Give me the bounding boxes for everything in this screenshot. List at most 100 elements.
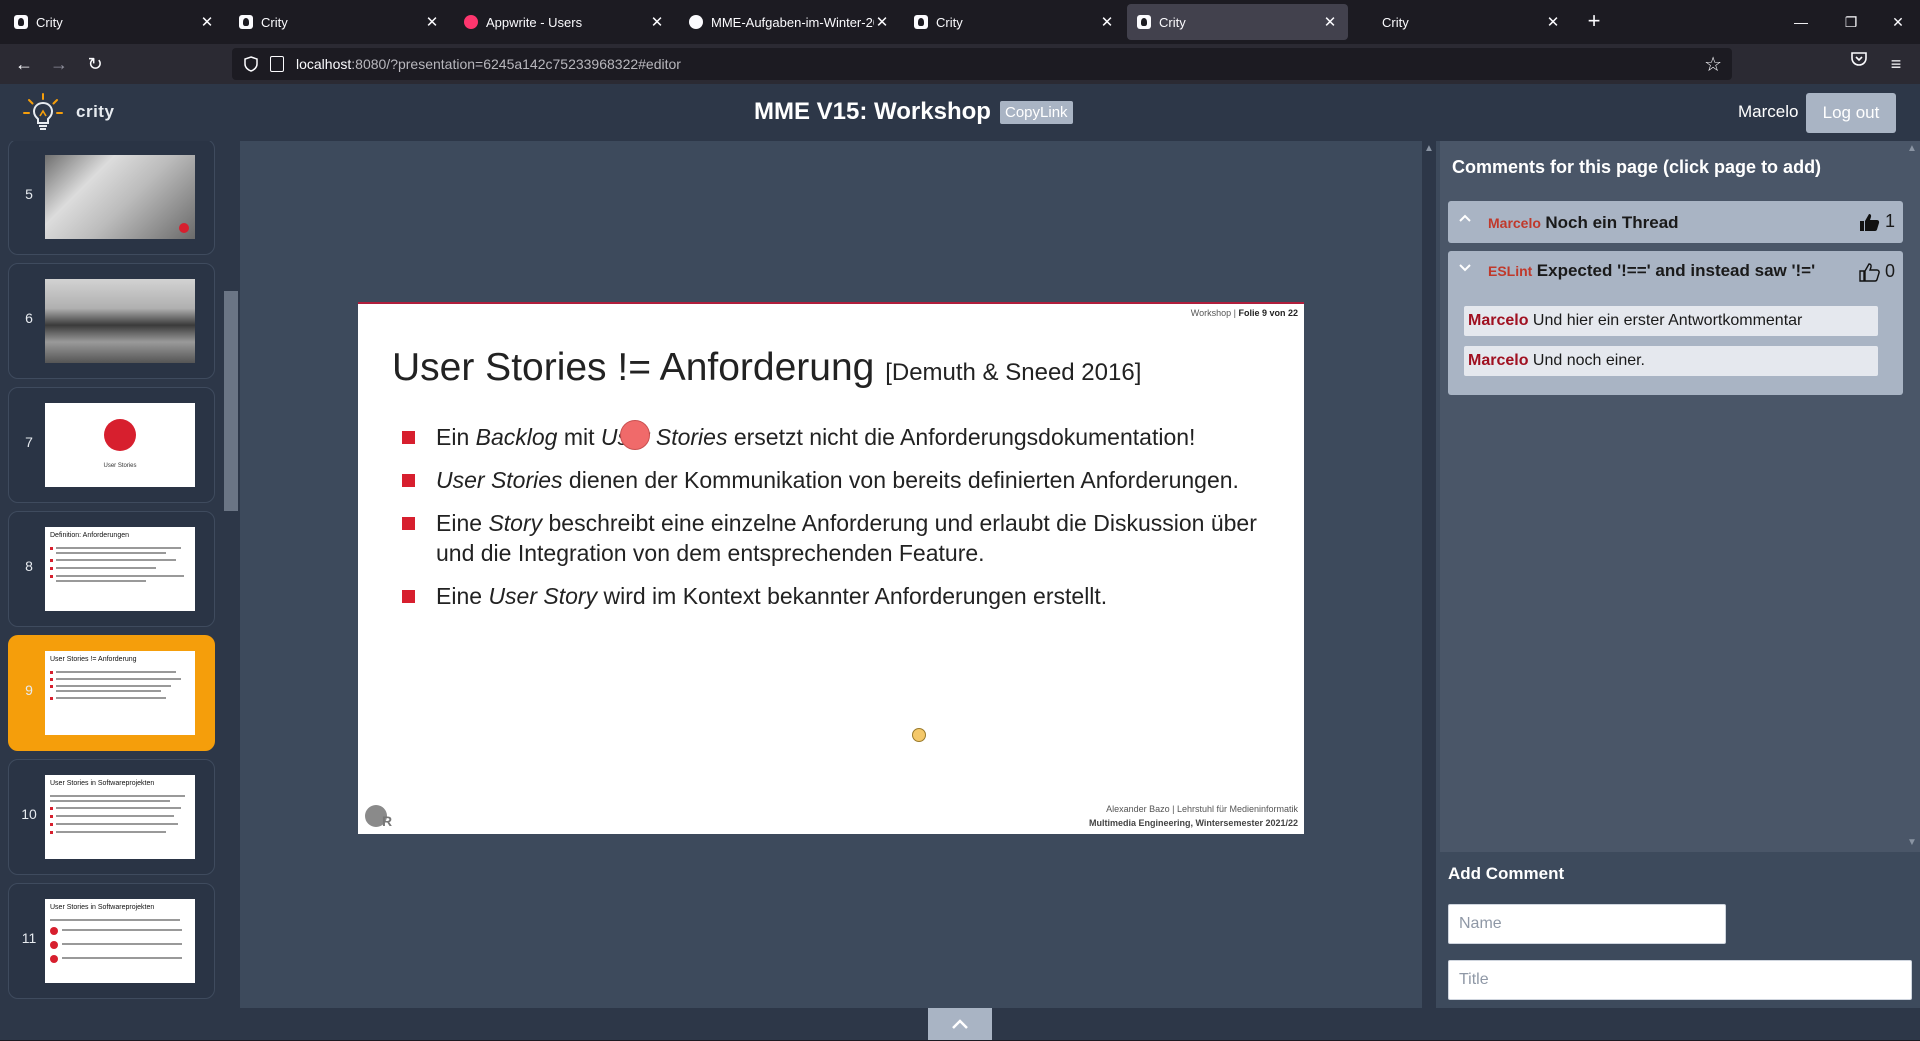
university-logo-icon: R xyxy=(365,805,392,829)
tab-title: Crity xyxy=(1159,14,1186,30)
thread-header: ESLint Expected '!==' and instead saw '!… xyxy=(1488,261,1815,281)
close-icon[interactable]: ✕ xyxy=(649,13,665,31)
menu-icon[interactable]: ≡ xyxy=(1882,50,1910,78)
reply-text: Und hier ein erster Antwortkommentar xyxy=(1532,312,1803,329)
slide-preview-image xyxy=(45,279,195,363)
slide-page-indicator: Folie 9 von 22 xyxy=(1238,308,1298,318)
slide-thumbnail[interactable]: 6 xyxy=(8,263,215,379)
thumbs-up-outline-icon[interactable] xyxy=(1859,262,1881,282)
slide-thumbnail[interactable]: 7 User Stories xyxy=(8,387,215,503)
window-close-icon[interactable]: ✕ xyxy=(1884,8,1912,36)
like-control[interactable]: 0 xyxy=(1859,261,1895,282)
username: Marcelo xyxy=(1738,102,1799,121)
slide-bullet: Eine User Story wird im Kontext bekannte… xyxy=(402,581,1282,611)
close-icon[interactable]: ✕ xyxy=(874,13,890,31)
current-slide[interactable]: Workshop | Folie 9 von 22 User Stories !… xyxy=(358,302,1304,834)
browser-tab[interactable]: Crity ✕ xyxy=(229,4,450,40)
thread-title: Noch ein Thread xyxy=(1545,213,1679,232)
chevron-down-icon[interactable] xyxy=(1458,261,1476,279)
browser-tab[interactable]: MME-Aufgaben-im-Winter-202 ✕ xyxy=(679,4,900,40)
url-bar[interactable]: localhost:8080/?presentation=6245a142c75… xyxy=(232,48,1732,80)
lightbulb-logo-icon xyxy=(23,93,63,130)
slide-thumbnail-active[interactable]: 9 User Stories != Anforderung xyxy=(8,635,215,751)
add-comment-title: Add Comment xyxy=(1448,864,1565,883)
thread-title: Expected '!==' and instead saw '!=' xyxy=(1536,261,1816,280)
bookmark-star-icon[interactable]: ☆ xyxy=(1704,52,1722,77)
tab-title: MME-Aufgaben-im-Winter-202 xyxy=(711,14,874,30)
slide-bullet: Eine Story beschreibt eine einzelne Anfo… xyxy=(402,508,1282,568)
close-icon[interactable]: ✕ xyxy=(199,13,215,31)
close-icon[interactable]: ✕ xyxy=(1545,13,1561,31)
slide-footer: Alexander Bazo | Lehrstuhl für Medieninf… xyxy=(1089,802,1298,830)
title-input[interactable]: Title xyxy=(1448,960,1912,1000)
slide-number: 10 xyxy=(21,806,37,822)
expand-panel-button[interactable] xyxy=(928,1008,992,1040)
slide-preview-title: User Stories != Anforderung xyxy=(50,656,137,663)
slide-thumbnail[interactable]: 5 xyxy=(8,141,215,255)
browser-tab-bar: Crity ✕ Crity ✕ Appwrite - Users ✕ MME-A… xyxy=(0,0,1920,44)
comment-thread[interactable]: Marcelo Noch ein Thread 1 xyxy=(1448,201,1903,243)
chevron-up-icon[interactable] xyxy=(1458,211,1476,229)
slide-preview-image: User Stories in Softwareprojekten xyxy=(45,775,195,859)
thumbnail-scrollbar[interactable] xyxy=(222,141,240,1008)
scrollbar-thumb[interactable] xyxy=(224,291,238,511)
scroll-up-icon[interactable]: ▲ xyxy=(1424,143,1434,154)
tab-title: Crity xyxy=(1382,14,1409,30)
presentation-title: MME V15: Workshop xyxy=(754,98,991,125)
comment-marker[interactable] xyxy=(912,728,926,742)
scroll-up-icon[interactable]: ▲ xyxy=(1907,143,1917,154)
like-control[interactable]: 1 xyxy=(1859,211,1895,232)
close-icon[interactable]: ✕ xyxy=(1099,13,1115,31)
minimize-icon[interactable]: — xyxy=(1787,8,1815,36)
reply-author: Marcelo xyxy=(1468,312,1529,329)
crity-favicon-icon xyxy=(239,15,253,29)
restore-icon[interactable]: ❐ xyxy=(1837,8,1865,36)
crity-app: crity MME V15: Workshop CopyLink Marcelo… xyxy=(0,84,1920,1040)
browser-tab[interactable]: Crity ✕ xyxy=(4,4,225,40)
copylink-button[interactable]: CopyLink xyxy=(1000,101,1073,124)
slide-thumbnail[interactable]: 11 User Stories in Softwareprojekten xyxy=(8,883,215,999)
slide-citation: [Demuth & Sneed 2016] xyxy=(885,359,1142,386)
reply-comment: Marcelo Und hier ein erster Antwortkomme… xyxy=(1464,306,1878,336)
shield-icon[interactable] xyxy=(242,55,260,73)
slide-title-text: User Stories != Anforderung xyxy=(392,346,875,389)
comment-marker[interactable] xyxy=(620,420,650,450)
slide-thumbnail[interactable]: 8 Definition: Anforderungen xyxy=(8,511,215,627)
app-header: crity MME V15: Workshop CopyLink Marcelo… xyxy=(0,84,1920,141)
browser-nav-bar: ← → ↻ localhost:8080/?presentation=6245a… xyxy=(0,44,1920,84)
slide-preview-title: User Stories in Softwareprojekten xyxy=(50,904,155,911)
thumbs-up-filled-icon[interactable] xyxy=(1859,212,1881,232)
slide-title: User Stories != Anforderung [Demuth & Sn… xyxy=(392,346,1141,390)
name-input[interactable]: Name xyxy=(1448,904,1726,944)
browser-tab[interactable]: Appwrite - Users ✕ xyxy=(454,4,675,40)
browser-tab[interactable]: Crity ✕ xyxy=(1350,4,1571,40)
slide-number: 5 xyxy=(25,186,33,202)
slide-preview-image: User Stories != Anforderung xyxy=(45,651,195,735)
scroll-down-icon[interactable]: ▼ xyxy=(1907,837,1917,848)
slide-preview-image xyxy=(45,155,195,239)
chevron-up-icon xyxy=(952,1019,968,1029)
thread-header: Marcelo Noch ein Thread xyxy=(1488,213,1679,233)
browser-tab-active[interactable]: Crity ✕ xyxy=(1127,4,1348,40)
url-host: localhost xyxy=(296,56,352,72)
back-icon[interactable]: ← xyxy=(10,50,38,78)
close-icon[interactable]: ✕ xyxy=(424,13,440,31)
new-tab-icon[interactable]: + xyxy=(1582,10,1606,34)
comments-scrollbar[interactable]: ▲ ▼ xyxy=(1904,141,1920,852)
close-icon[interactable]: ✕ xyxy=(1322,13,1338,31)
reload-icon[interactable]: ↻ xyxy=(81,50,109,78)
forward-icon[interactable]: → xyxy=(45,50,73,78)
comment-thread[interactable]: ESLint Expected '!==' and instead saw '!… xyxy=(1448,251,1903,395)
like-count: 1 xyxy=(1884,211,1895,231)
logout-button[interactable]: Log out xyxy=(1806,93,1896,133)
slide-bullet-list: Ein Backlog mit User Stories ersetzt nic… xyxy=(402,422,1282,624)
comments-title: Comments for this page (click page to ad… xyxy=(1452,157,1822,177)
reply-comment: Marcelo Und noch einer. xyxy=(1464,346,1878,376)
clipboard-icon xyxy=(104,419,136,451)
browser-tab[interactable]: Crity ✕ xyxy=(904,4,1125,40)
like-count: 0 xyxy=(1884,261,1895,281)
pocket-icon[interactable] xyxy=(1845,50,1873,78)
slide-number: 11 xyxy=(21,930,37,946)
slide-vertical-scrollbar[interactable]: ▲ ▼ xyxy=(1422,141,1436,1022)
slide-thumbnail[interactable]: 10 User Stories in Softwareprojekten xyxy=(8,759,215,875)
